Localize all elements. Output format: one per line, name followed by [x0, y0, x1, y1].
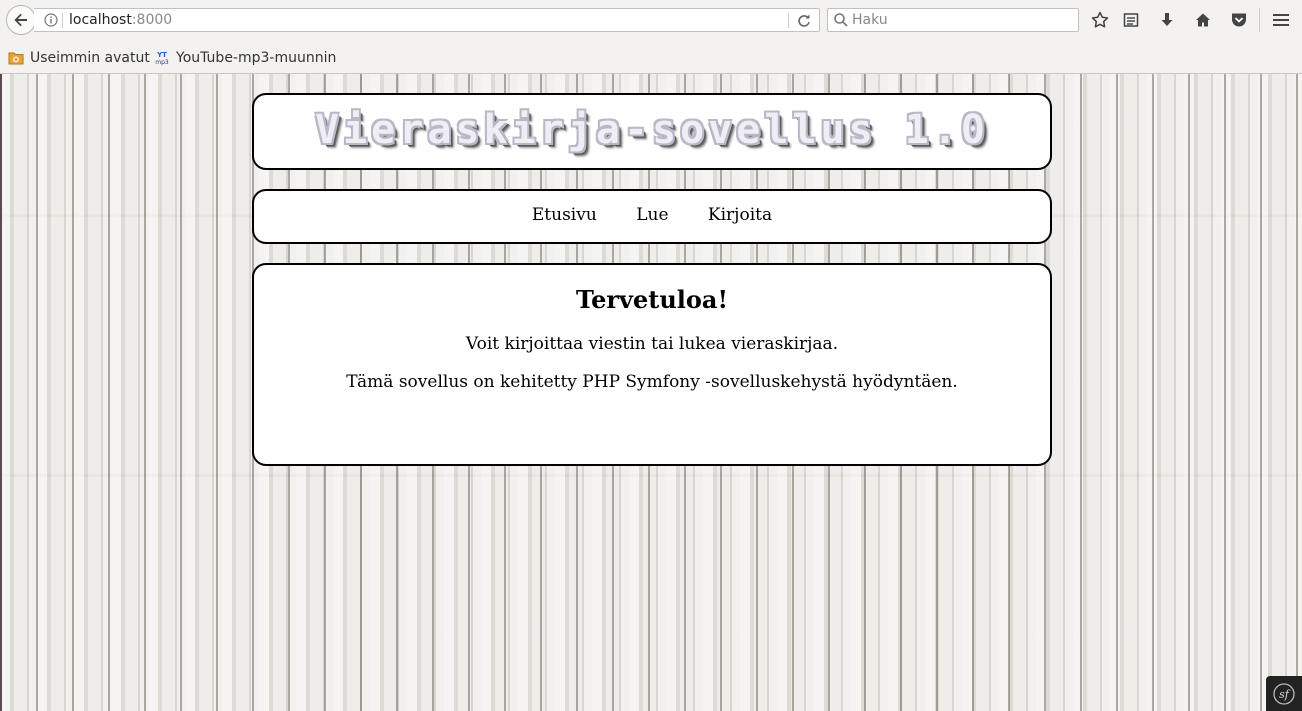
bookmark-yt-mp3[interactable]: YT mp3 YouTube-mp3-muunnin — [154, 48, 336, 68]
search-bar[interactable]: Haku — [827, 8, 1079, 32]
search-placeholder: Haku — [852, 12, 888, 28]
bookmark-label: YouTube-mp3-muunnin — [176, 50, 337, 66]
url-separator — [62, 13, 63, 28]
page-viewport: Vieraskirja-sovellus 1.0 Etusivu Lue Kir… — [0, 74, 1302, 711]
url-bar[interactable]: localhost:8000 — [34, 8, 820, 32]
pocket-icon[interactable] — [1228, 9, 1250, 31]
welcome-heading: Tervetuloa! — [576, 285, 728, 314]
nav-panel: Etusivu Lue Kirjoita — [252, 189, 1052, 244]
url-host: localhost — [69, 12, 132, 28]
bookmark-label: Useimmin avatut — [30, 50, 150, 66]
site-title: Vieraskirja-sovellus 1.0 — [315, 107, 989, 153]
symfony-paragraph: Tämä sovellus on kehitetty PHP Symfony -… — [346, 372, 958, 392]
content-panel: Tervetuloa! Voit kirjoittaa viestin tai … — [252, 263, 1052, 466]
symfony-icon[interactable]: sf — [1266, 676, 1302, 711]
nav-link-kirjoita[interactable]: Kirjoita — [708, 205, 772, 225]
intro-paragraph: Voit kirjoittaa viestin tai lukea vieras… — [465, 334, 839, 354]
window-edge — [0, 74, 2, 711]
nav-link-etusivu[interactable]: Etusivu — [532, 205, 597, 225]
url-port: :8000 — [131, 12, 173, 28]
home-icon[interactable] — [1192, 9, 1214, 31]
reading-list-icon[interactable] — [1120, 9, 1142, 31]
svg-text:sf: sf — [1279, 688, 1291, 701]
bookmark-most-visited[interactable]: Useimmin avatut — [8, 48, 150, 68]
back-arrow-icon — [14, 13, 27, 27]
url-text[interactable]: localhost:8000 — [69, 12, 172, 28]
reload-icon[interactable] — [795, 12, 813, 29]
info-icon[interactable] — [44, 13, 58, 27]
search-icon — [834, 13, 848, 27]
menu-icon[interactable] — [1270, 9, 1292, 31]
reload-separator — [788, 13, 789, 28]
back-button[interactable] — [6, 5, 36, 35]
toolbar-separator — [1259, 8, 1260, 32]
header-panel: Vieraskirja-sovellus 1.0 — [252, 93, 1052, 170]
browser-chrome: localhost:8000 Haku Useimmin avatut YT m… — [0, 0, 1302, 74]
navigation-toolbar: localhost:8000 Haku — [0, 0, 1302, 40]
bookmarks-toolbar: Useimmin avatut YT mp3 YouTube-mp3-muunni… — [0, 44, 1302, 72]
svg-text:YT: YT — [156, 51, 167, 59]
bookmark-star-icon[interactable] — [1089, 9, 1111, 31]
downloads-icon[interactable] — [1156, 9, 1178, 31]
nav-link-lue[interactable]: Lue — [636, 205, 668, 225]
svg-text:mp3: mp3 — [155, 59, 169, 66]
folder-icon — [8, 50, 24, 66]
nav-links: Etusivu Lue Kirjoita — [254, 205, 1050, 225]
yt-mp3-icon: YT mp3 — [154, 50, 170, 66]
